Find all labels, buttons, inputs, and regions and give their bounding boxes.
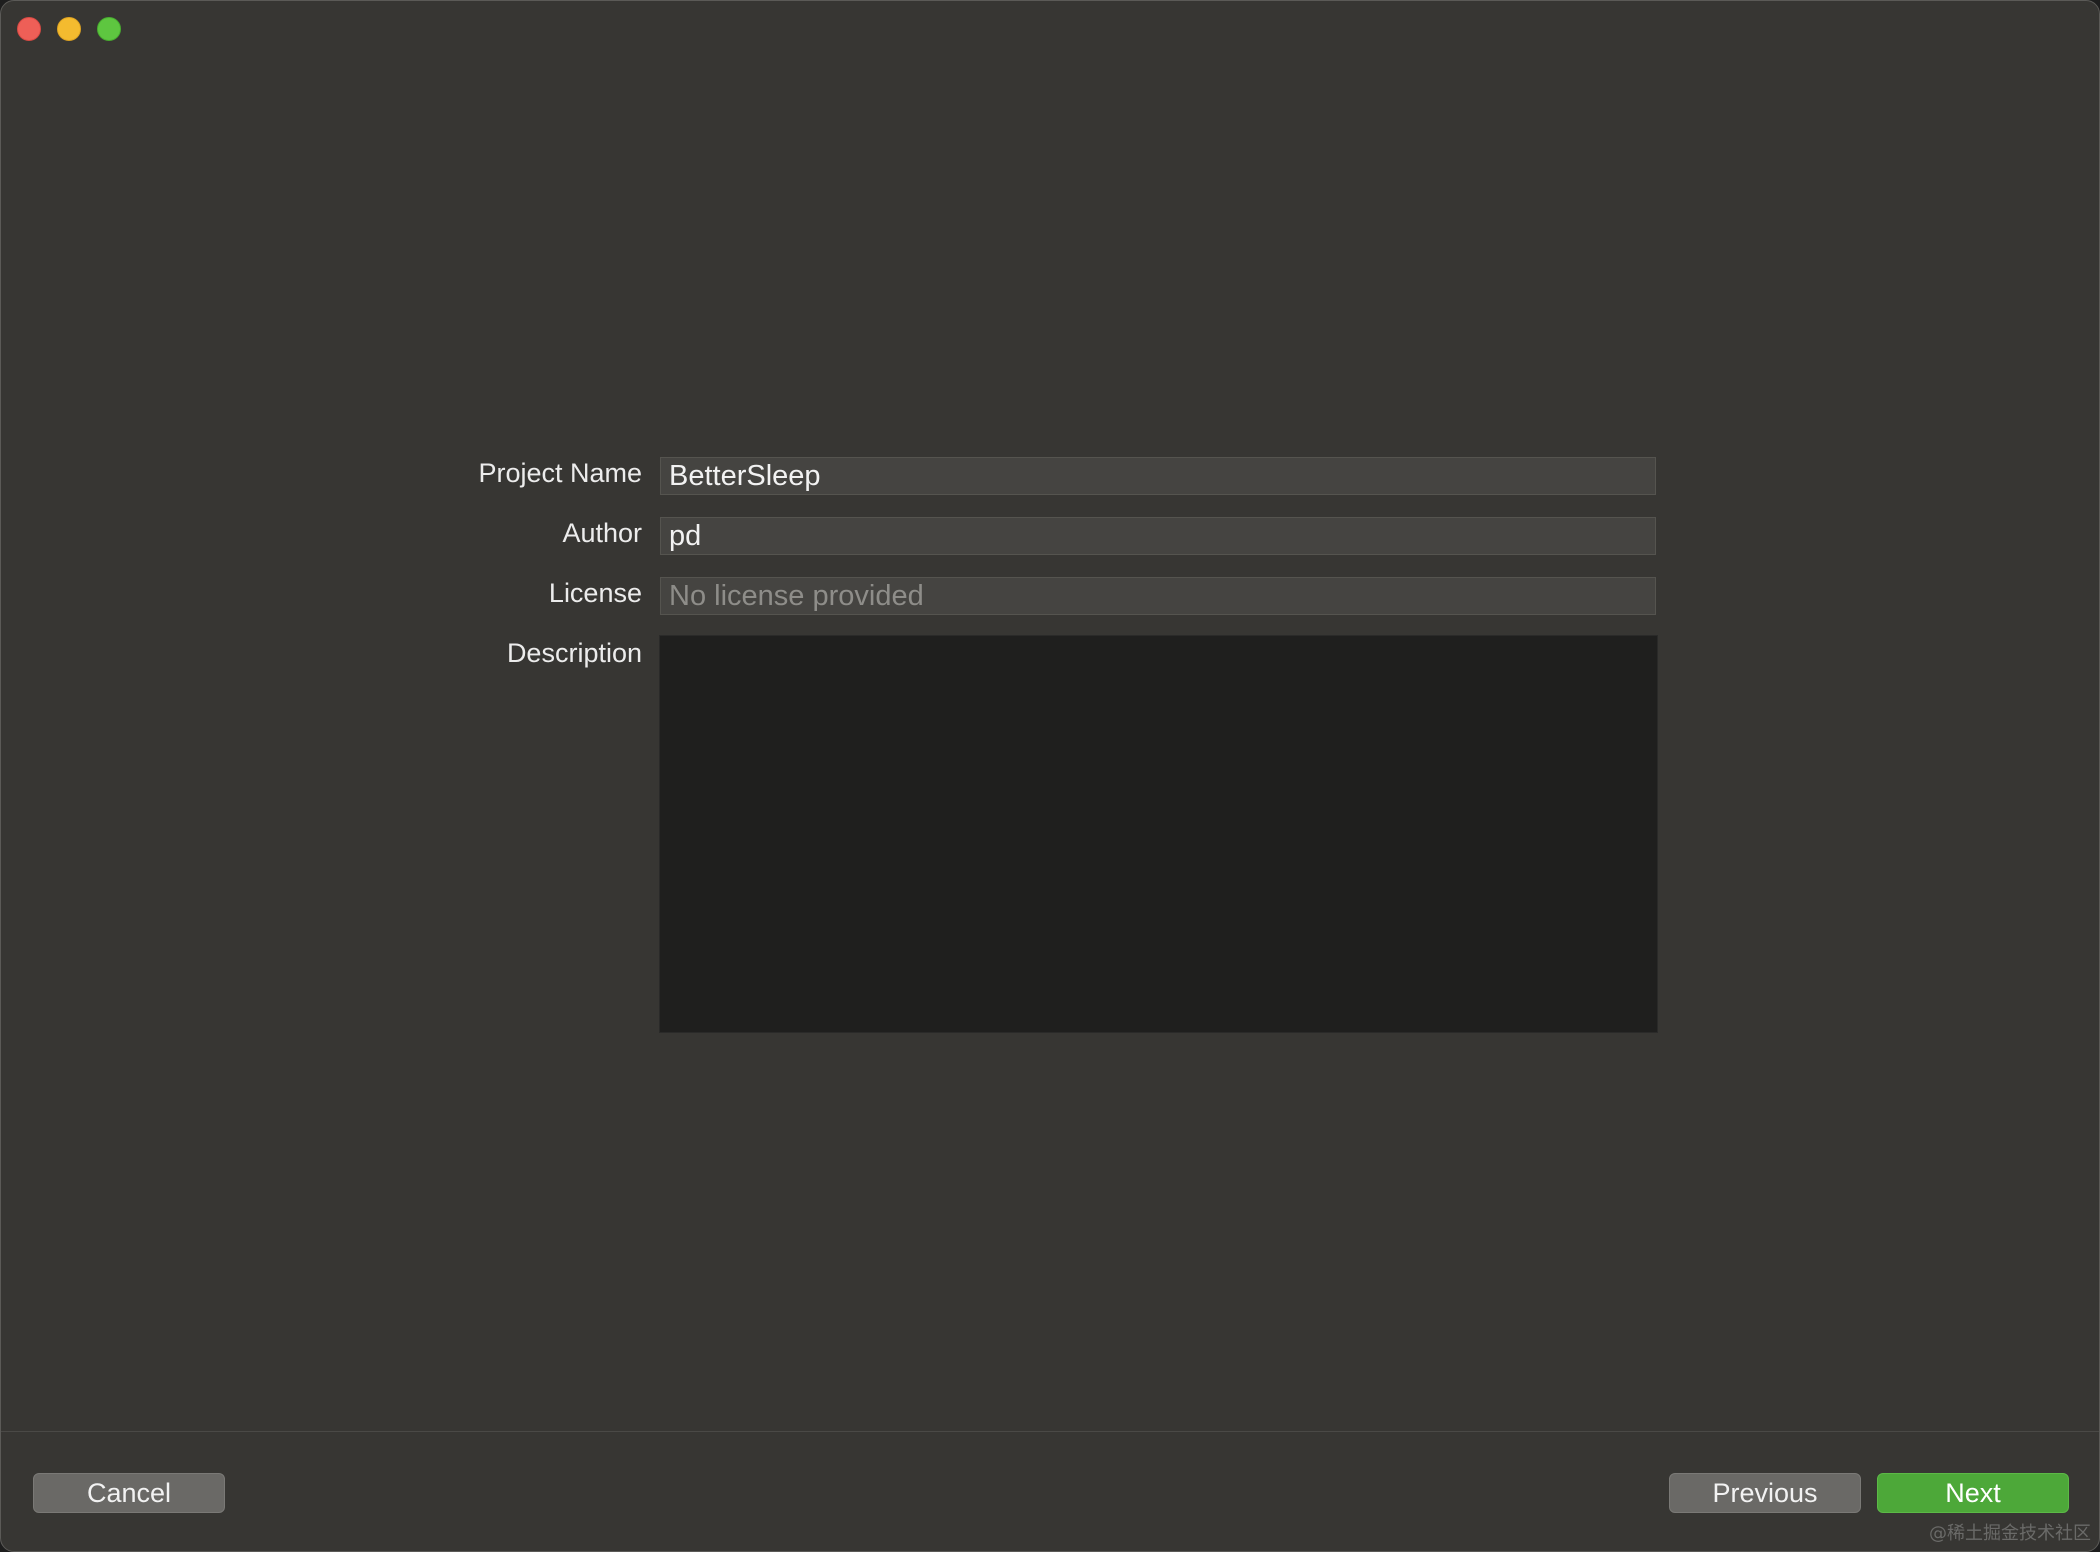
description-textarea[interactable]: [659, 635, 1658, 1033]
license-field[interactable]: [660, 577, 1656, 615]
cancel-button[interactable]: Cancel: [33, 1473, 225, 1513]
project-setup-window: Project Name Author License Description …: [0, 0, 2100, 1552]
previous-button[interactable]: Previous: [1669, 1473, 1861, 1513]
license-label: License: [548, 578, 642, 608]
close-window-button[interactable]: [17, 17, 41, 41]
next-button[interactable]: Next: [1877, 1473, 2069, 1513]
zoom-window-button[interactable]: [97, 17, 121, 41]
footer-divider: [1, 1431, 2099, 1432]
author-field[interactable]: [660, 517, 1656, 555]
project-name-label: Project Name: [478, 458, 642, 488]
author-label: Author: [562, 518, 642, 548]
description-label: Description: [506, 638, 642, 668]
minimize-window-button[interactable]: [57, 17, 81, 41]
watermark: @稀土掘金技术社区: [1929, 1523, 2091, 1544]
project-name-field[interactable]: [660, 457, 1656, 495]
